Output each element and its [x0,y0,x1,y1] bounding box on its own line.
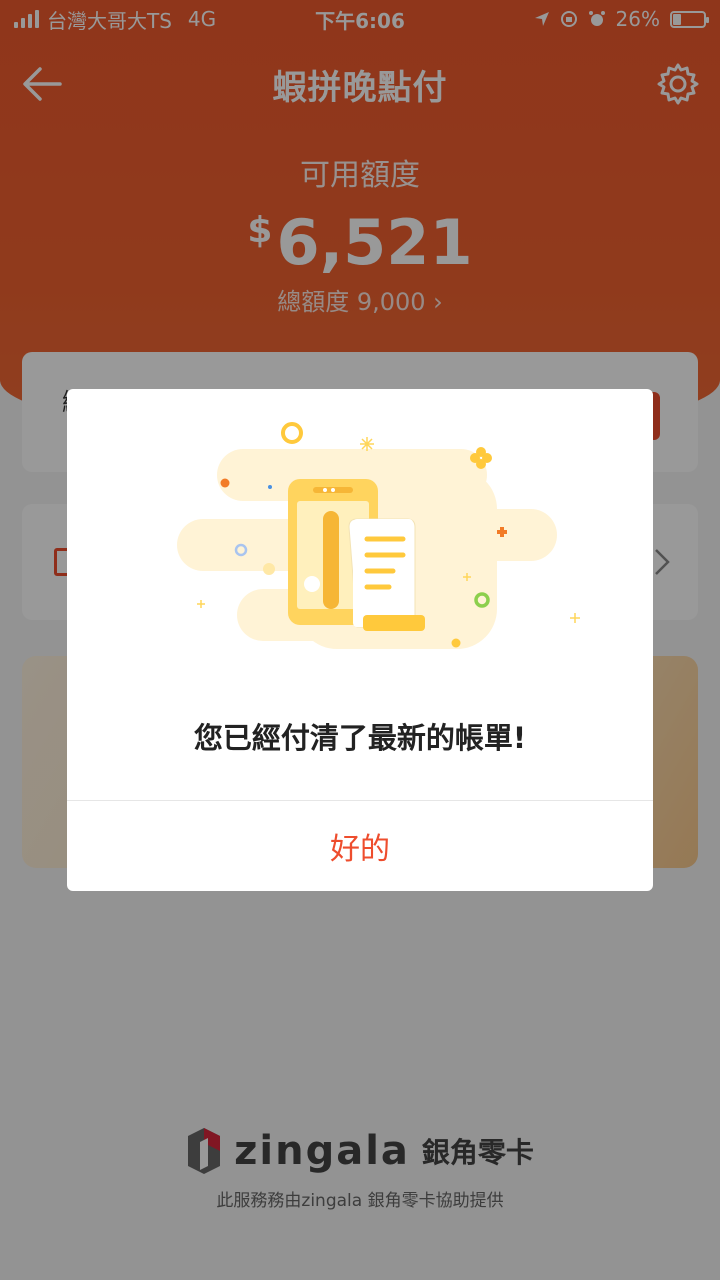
dialog-message: 您已經付清了最新的帳單! [193,721,527,755]
ok-button[interactable]: 好的 [67,801,653,891]
payment-complete-dialog: 您已經付清了最新的帳單! 好的 [67,389,653,891]
phone-with-bill-icon [177,422,580,649]
